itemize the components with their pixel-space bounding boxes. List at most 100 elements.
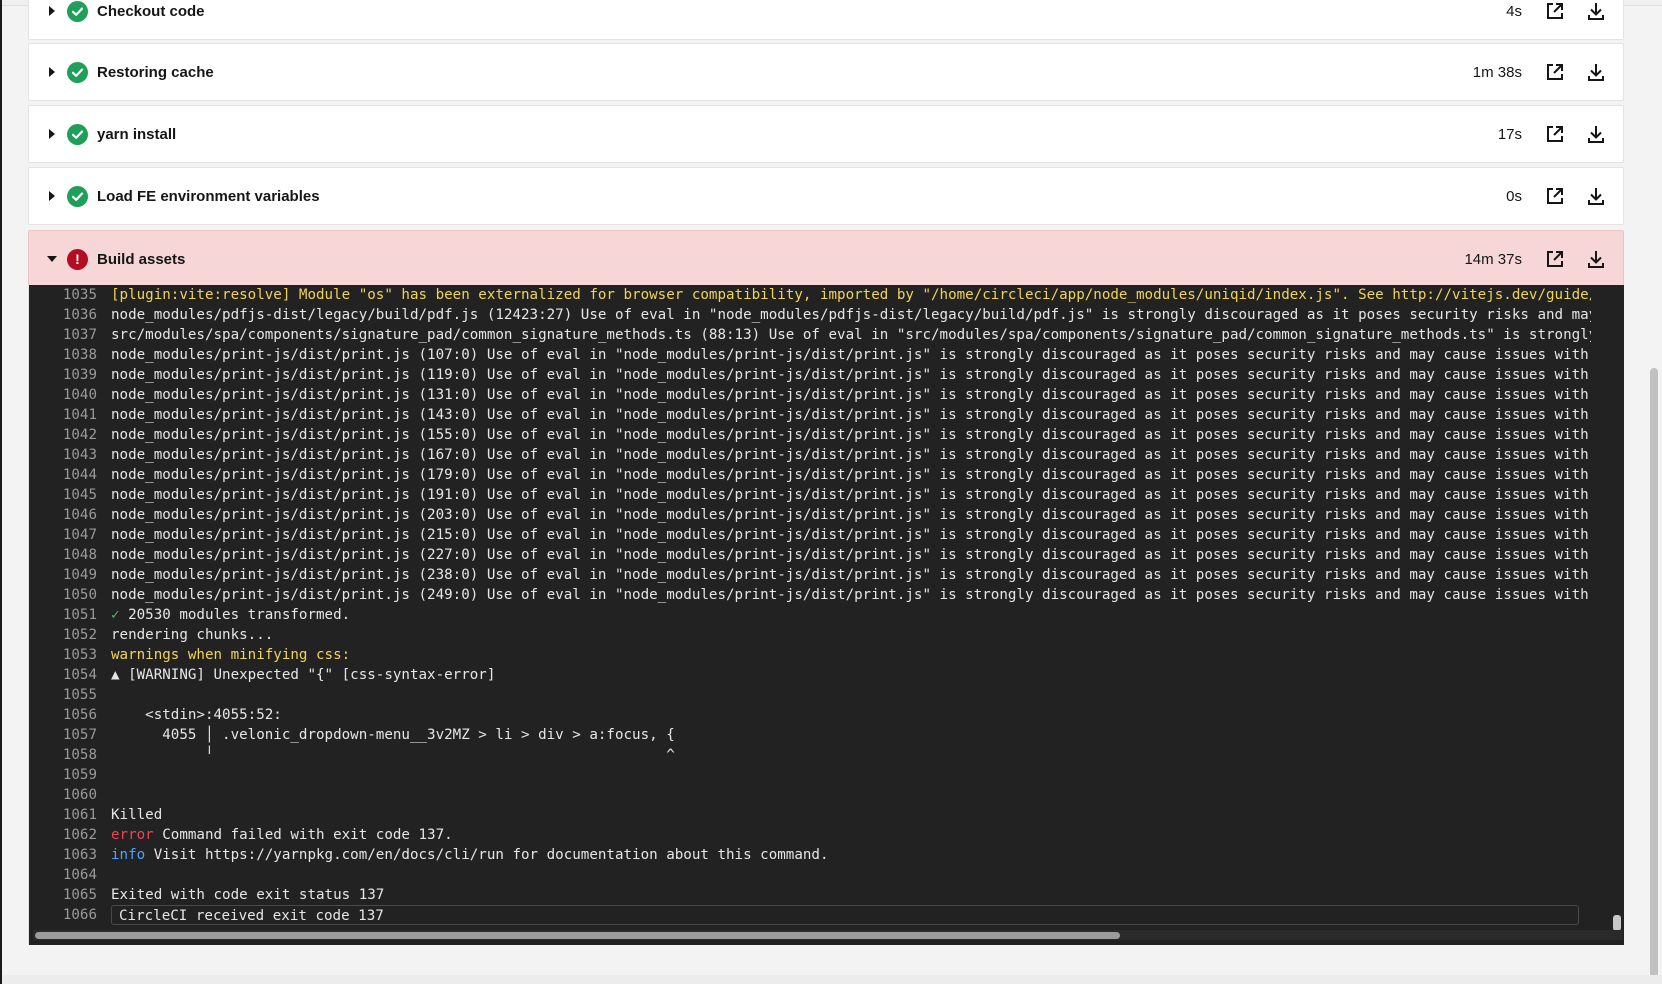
open-in-new-tab-icon[interactable] <box>1544 248 1566 270</box>
open-in-new-tab-icon[interactable] <box>1544 185 1566 207</box>
log-prefix: ✓ <box>111 607 120 623</box>
log-line-number: 1036 <box>62 307 97 323</box>
scrollbar-thumb[interactable] <box>35 932 1120 939</box>
step-yarn-install[interactable]: yarn install 17s <box>28 105 1624 163</box>
log-output-terminal[interactable]: 1035 [plugin:vite:resolve] Module "os" ha… <box>28 285 1624 945</box>
log-line-text: ╵ ^ <box>111 747 675 763</box>
log-line-number: 1060 <box>62 787 97 803</box>
step-name: Build assets <box>97 250 186 268</box>
log-line-text: node_modules/print-js/dist/print.js (131… <box>111 387 1591 403</box>
log-line-text: Exited with code exit status 137 <box>111 887 385 903</box>
step-load-fe-env[interactable]: Load FE environment variables 0s <box>28 167 1624 225</box>
log-lines: 1035 [plugin:vite:resolve] Module "os" ha… <box>29 285 1611 925</box>
log-line: 1048 node_modules/print-js/dist/print.js … <box>29 545 1611 565</box>
chevron-right-icon[interactable] <box>49 67 55 77</box>
log-line-number: 1061 <box>62 807 97 823</box>
log-line: 1063 info Visit https://yarnpkg.com/en/do… <box>29 845 1611 865</box>
step-name: Load FE environment variables <box>97 187 320 205</box>
log-line: 1035 [plugin:vite:resolve] Module "os" ha… <box>29 285 1611 305</box>
open-in-new-tab-icon[interactable] <box>1544 0 1566 22</box>
log-line-number: 1058 <box>62 747 97 763</box>
chevron-right-icon[interactable] <box>49 129 55 139</box>
log-line-number: 1056 <box>62 707 97 723</box>
log-line: 1043 node_modules/print-js/dist/print.js … <box>29 445 1611 465</box>
job-steps-page: Checkout code 4s Restoring cache 1m 38s <box>0 0 1662 984</box>
log-vertical-scrollbar[interactable] <box>1613 915 1621 931</box>
log-line-number: 1059 <box>62 767 97 783</box>
log-line: 1059 <box>29 765 1611 785</box>
page-vertical-scrollbar[interactable] <box>1650 368 1658 978</box>
log-line: 1051 ✓ 20530 modules transformed. <box>29 605 1611 625</box>
log-line: 1056 <stdin>:4055:52: <box>29 705 1611 725</box>
log-line-number: 1047 <box>62 527 97 543</box>
check-circle-icon <box>67 61 88 83</box>
log-line-number: 1055 <box>62 687 97 703</box>
chevron-down-icon[interactable] <box>47 256 57 262</box>
log-line: 1054 ▲ [WARNING] Unexpected "{" [css-synt… <box>29 665 1611 685</box>
log-line-text: info Visit https://yarnpkg.com/en/docs/c… <box>111 845 1591 865</box>
log-line-number: 1048 <box>62 547 97 563</box>
log-line: 1041 node_modules/print-js/dist/print.js … <box>29 405 1611 425</box>
step-build-assets[interactable]: ! Build assets 14m 37s <box>28 230 1624 288</box>
log-line-text <box>111 765 1591 785</box>
log-line-text: node_modules/print-js/dist/print.js (215… <box>111 527 1591 543</box>
log-line-number: 1045 <box>62 487 97 503</box>
log-line: 1050 node_modules/print-js/dist/print.js … <box>29 585 1611 605</box>
log-line-text: warnings when minifying css: <box>111 647 351 663</box>
error-circle-icon: ! <box>67 248 88 270</box>
log-line-number: 1035 <box>62 287 97 303</box>
log-line: 1046 node_modules/print-js/dist/print.js … <box>29 505 1611 525</box>
log-line-text <box>111 685 1591 705</box>
log-line: 1040 node_modules/print-js/dist/print.js … <box>29 385 1611 405</box>
log-line: 1055 <box>29 685 1611 705</box>
log-line-number: 1044 <box>62 467 97 483</box>
log-line-number: 1042 <box>62 427 97 443</box>
log-line-text: ✓ 20530 modules transformed. <box>111 605 1591 625</box>
log-line-number: 1063 <box>62 847 97 863</box>
download-icon[interactable] <box>1585 0 1607 22</box>
step-restoring-cache[interactable]: Restoring cache 1m 38s <box>28 43 1624 101</box>
chevron-right-icon[interactable] <box>49 6 55 16</box>
log-line: 1053 warnings when minifying css: <box>29 645 1611 665</box>
step-name: Restoring cache <box>97 63 214 81</box>
check-circle-icon <box>67 185 88 207</box>
bottom-border <box>2 975 1662 984</box>
log-line-number: 1040 <box>62 387 97 403</box>
step-duration: 0s <box>1506 187 1522 205</box>
open-in-new-tab-icon[interactable] <box>1544 123 1566 145</box>
log-line: 1066 CircleCI received exit code 137 <box>29 905 1611 925</box>
log-prefix: error <box>111 827 154 843</box>
log-line-number: 1054 <box>62 667 97 683</box>
log-line: 1064 <box>29 865 1611 885</box>
log-message: Command failed with exit code 137. <box>153 827 453 843</box>
log-line-number: 1043 <box>62 447 97 463</box>
log-line: 1065 Exited with code exit status 137 <box>29 885 1611 905</box>
log-line-text <box>111 785 1591 805</box>
step-checkout-code[interactable]: Checkout code 4s <box>28 0 1624 40</box>
log-line-text: node_modules/print-js/dist/print.js (191… <box>111 487 1591 503</box>
log-line-number: 1064 <box>62 867 97 883</box>
check-circle-icon <box>67 123 88 145</box>
log-message: 20530 modules transformed. <box>119 607 351 623</box>
download-icon[interactable] <box>1585 185 1607 207</box>
log-line-number: 1053 <box>62 647 97 663</box>
log-line: 1061 Killed <box>29 805 1611 825</box>
chevron-right-icon[interactable] <box>49 191 55 201</box>
download-icon[interactable] <box>1585 61 1607 83</box>
download-icon[interactable] <box>1585 123 1607 145</box>
step-name: Checkout code <box>97 2 205 20</box>
log-horizontal-scrollbar[interactable] <box>33 930 1623 940</box>
log-line-text: src/modules/spa/components/signature_pad… <box>111 327 1591 343</box>
log-line-text: node_modules/print-js/dist/print.js (238… <box>111 567 1591 583</box>
open-in-new-tab-icon[interactable] <box>1544 61 1566 83</box>
log-line-text: node_modules/print-js/dist/print.js (167… <box>111 447 1591 463</box>
log-line-text: ▲ [WARNING] Unexpected "{" [css-syntax-e… <box>111 667 496 683</box>
log-line-number: 1038 <box>62 347 97 363</box>
log-line: 1052 rendering chunks... <box>29 625 1611 645</box>
log-line-text: CircleCI received exit code 137 <box>111 905 1579 925</box>
download-icon[interactable] <box>1585 248 1607 270</box>
log-line-text: error Command failed with exit code 137. <box>111 825 1591 845</box>
log-prefix: info <box>111 847 146 863</box>
log-line-text: <stdin>:4055:52: <box>111 707 282 723</box>
log-line-text: node_modules/print-js/dist/print.js (107… <box>111 347 1591 363</box>
